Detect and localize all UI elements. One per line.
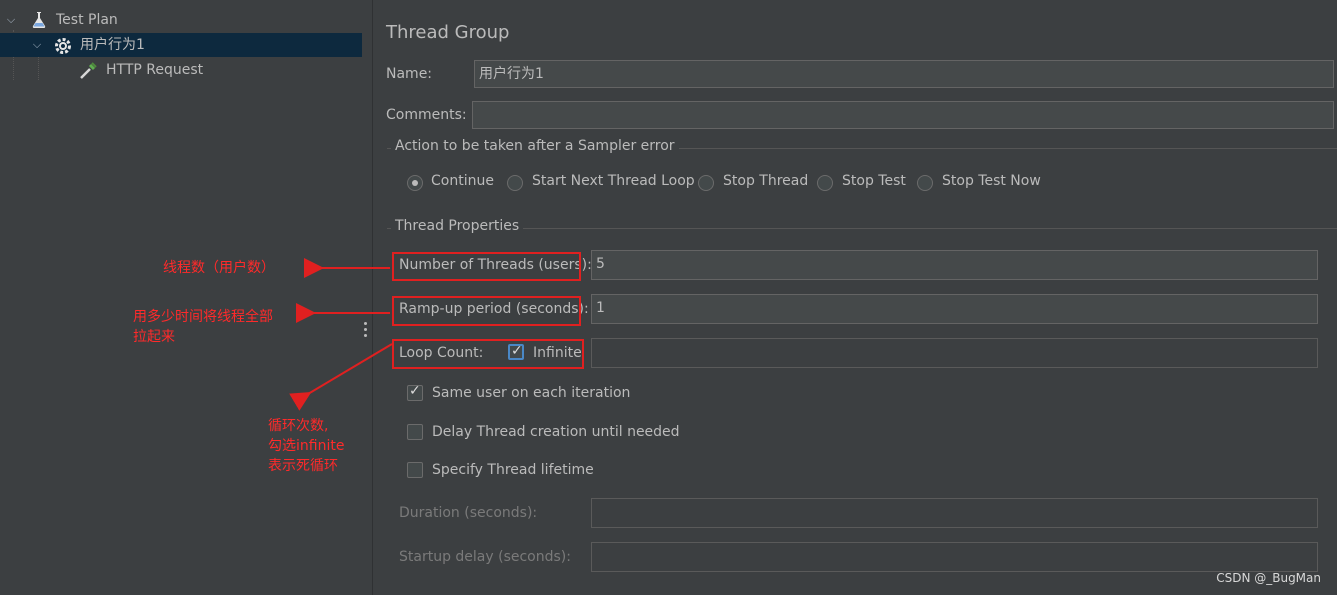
annotation-loop-line2: 勾选infinite xyxy=(268,438,345,454)
annotation-loop-line3: 表示死循环 xyxy=(268,458,338,474)
annotation-arrows xyxy=(289,258,393,411)
annotation-loop-line1: 循环次数, xyxy=(268,418,329,434)
watermark: CSDN @_BugMan xyxy=(1216,571,1321,585)
annotation-rampup-line1: 用多少时间将线程全部 xyxy=(133,309,273,325)
annotation-threads: 线程数（用户数） xyxy=(163,260,275,276)
annotation-rampup-line2: 拉起来 xyxy=(133,329,175,345)
arrow-loop xyxy=(289,343,393,411)
